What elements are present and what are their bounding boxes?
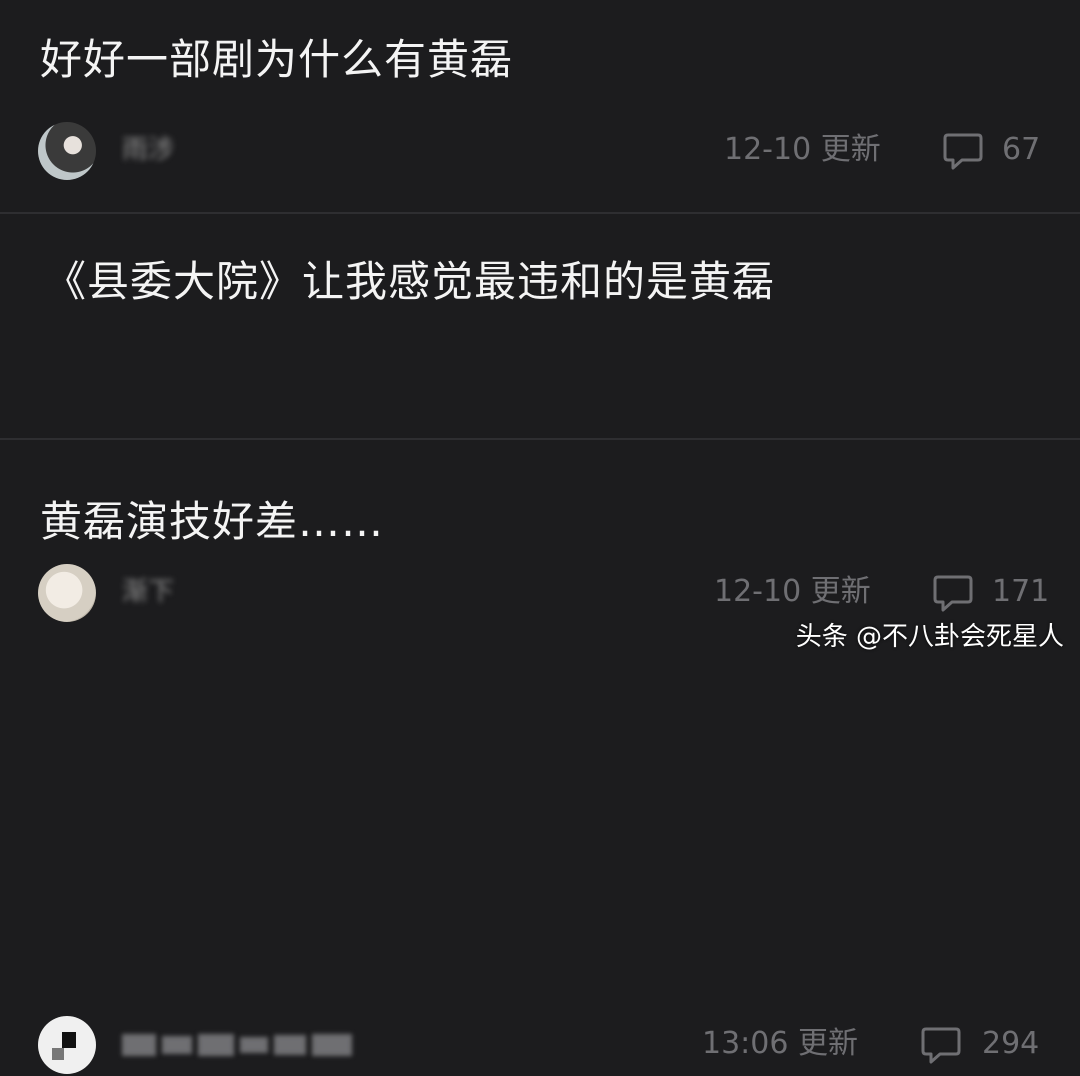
post-item-2[interactable]: 《县委大院》让我感觉最违和的是黄磊 渐下 12-10 更新 171 bbox=[0, 214, 1080, 622]
post-meta: 雨涉 12-10 更新 67 bbox=[0, 118, 1080, 182]
post-item-1[interactable]: 好好一部剧为什么有黄磊 雨涉 12-10 更新 67 bbox=[0, 0, 1080, 212]
watermark: 头条 @不八卦会死星人 bbox=[795, 622, 1064, 652]
username[interactable]: 雨涉 bbox=[122, 134, 174, 166]
redaction-block bbox=[198, 1034, 234, 1056]
post-title[interactable]: 《县委大院》让我感觉最违和的是黄磊 bbox=[44, 256, 775, 308]
speech-bubble-icon[interactable] bbox=[942, 130, 984, 172]
avatar-graphic bbox=[52, 1048, 64, 1060]
redaction-block bbox=[162, 1036, 192, 1054]
redaction-block bbox=[240, 1037, 268, 1053]
post-meta: 13:06 更新 294 bbox=[0, 1012, 1080, 1076]
speech-bubble-icon[interactable] bbox=[920, 1024, 962, 1066]
comment-count: 67 bbox=[1002, 132, 1041, 167]
avatar-graphic bbox=[62, 1032, 76, 1048]
username-redacted[interactable] bbox=[122, 1030, 352, 1060]
comment-count: 294 bbox=[982, 1026, 1040, 1061]
updated-date: 12-10 更新 bbox=[724, 132, 881, 167]
updated-date: 13:06 更新 bbox=[702, 1026, 858, 1061]
redaction-block bbox=[122, 1034, 156, 1056]
post-title[interactable]: 黄磊演技好差…… bbox=[40, 496, 384, 548]
avatar[interactable] bbox=[38, 1016, 96, 1074]
post-title[interactable]: 好好一部剧为什么有黄磊 bbox=[40, 34, 513, 86]
redaction-block bbox=[274, 1035, 306, 1055]
avatar[interactable] bbox=[38, 122, 96, 180]
redaction-block bbox=[312, 1034, 352, 1056]
